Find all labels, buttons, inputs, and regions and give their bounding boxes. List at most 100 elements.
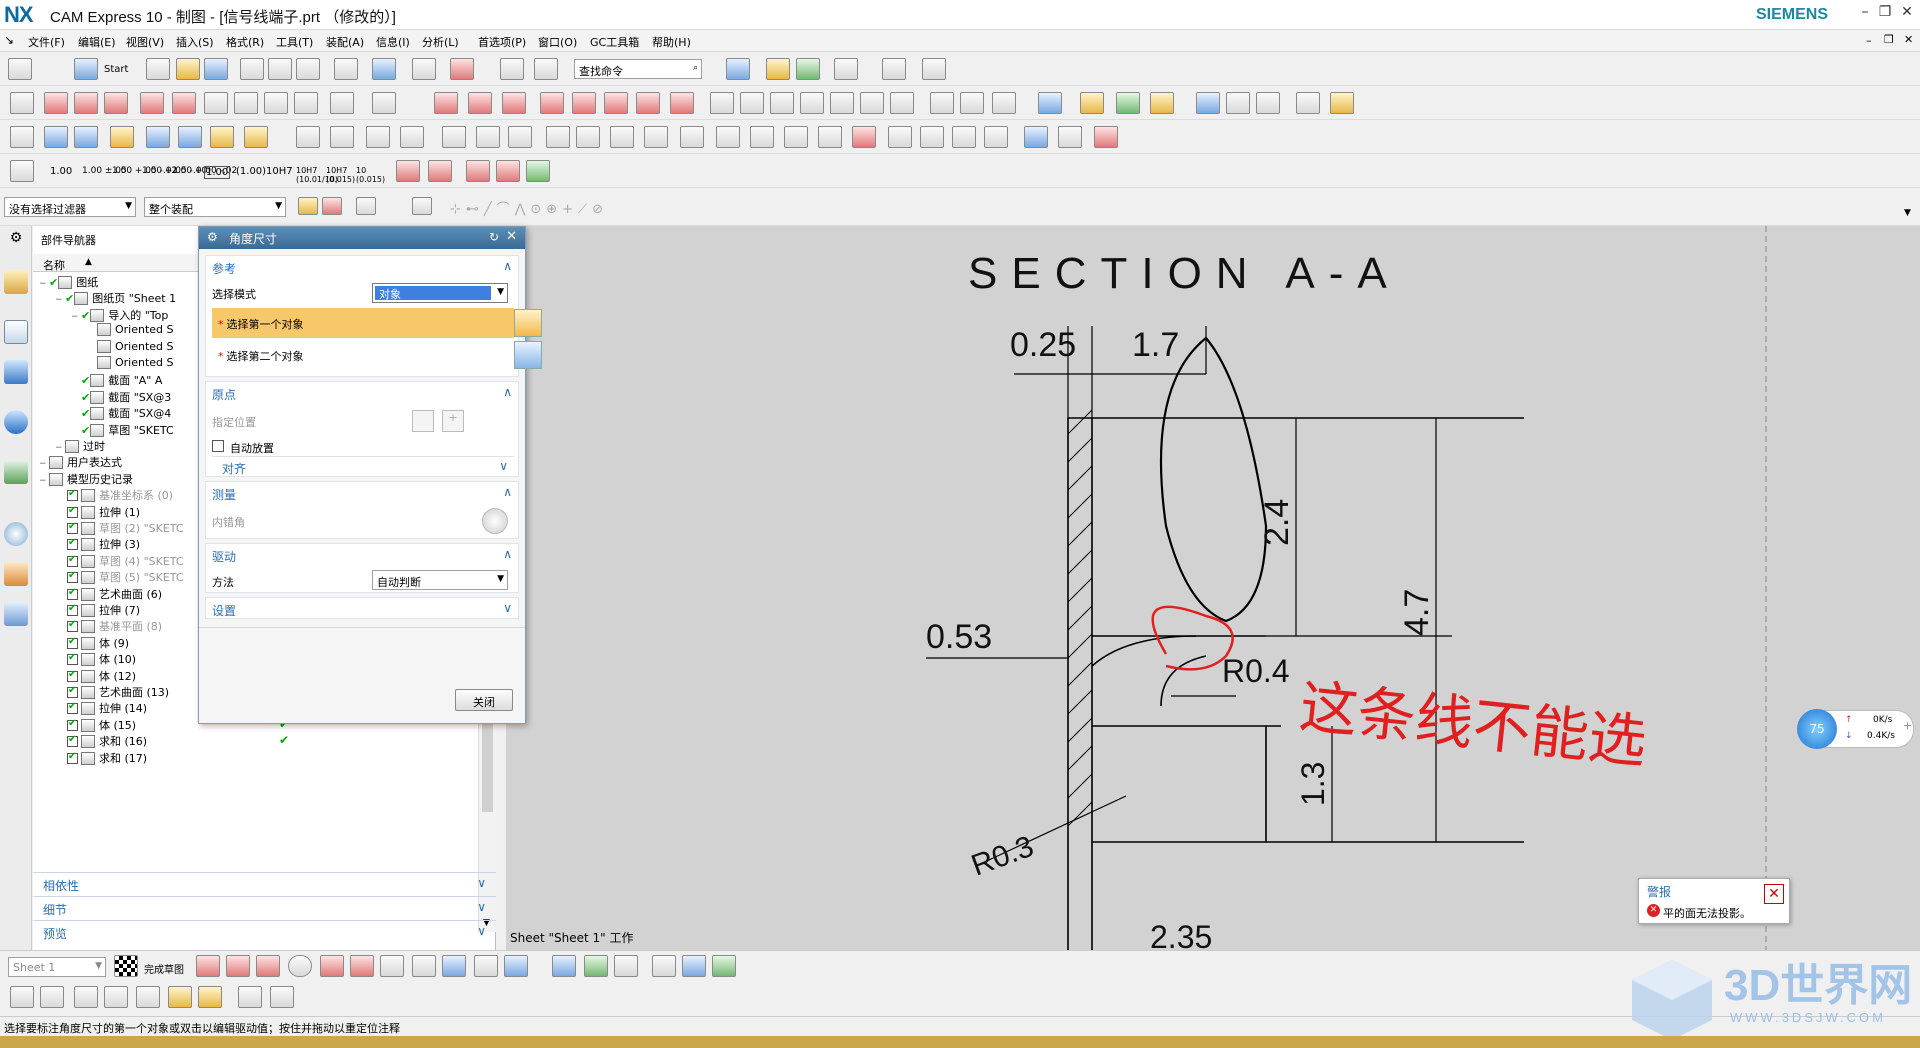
alert-close-icon[interactable]: ✕ [1764, 884, 1784, 904]
close-button[interactable]: 关闭 [455, 689, 513, 711]
sheet-icon[interactable] [10, 126, 34, 148]
note-icon[interactable] [920, 126, 944, 148]
tree-node[interactable]: ✔ 截面 "SX@4 [71, 405, 171, 423]
section-icon[interactable] [136, 986, 160, 1008]
image-icon[interactable] [1038, 92, 1062, 114]
feature-checkbox[interactable] [67, 734, 78, 748]
system-materials-icon[interactable] [4, 602, 28, 626]
role-icon[interactable] [8, 58, 32, 80]
radius-text-icon[interactable] [428, 160, 452, 182]
feature-checkbox[interactable] [67, 685, 78, 698]
leader-icon[interactable] [146, 126, 170, 148]
tree-node[interactable]: Oriented S [87, 356, 174, 374]
visible-check-icon[interactable]: ✔ [65, 292, 74, 305]
snap-point-icon[interactable] [356, 197, 376, 215]
refresh-icon[interactable] [796, 58, 820, 80]
menu-preferences[interactable]: 首选项(P) [478, 34, 526, 50]
visible-check-icon[interactable]: ✔ [81, 407, 90, 420]
feature-checkbox[interactable] [67, 587, 78, 600]
radial-dimension-icon[interactable] [502, 92, 526, 114]
drafting-view-icon[interactable] [44, 126, 68, 148]
delete-icon[interactable] [334, 58, 358, 80]
menu-help[interactable]: 帮助(H) [652, 34, 691, 50]
linear-dimension-icon[interactable] [468, 92, 492, 114]
auto-place-checkbox[interactable] [212, 440, 224, 452]
select-first-object-row[interactable]: * 选择第一个对象 [212, 308, 542, 338]
revision-icon[interactable] [400, 126, 424, 148]
detail-view-icon[interactable] [104, 92, 128, 114]
feature-checkbox[interactable] [67, 718, 78, 731]
history-row[interactable]: 求和 (17) [67, 750, 147, 768]
thickness-dimension-icon[interactable] [604, 92, 628, 114]
area-fill-icon[interactable] [442, 126, 466, 148]
feature-checkbox[interactable] [67, 619, 78, 633]
dialog-header[interactable]: ⚙ 角度尺寸 ↻ ✕ [199, 227, 525, 249]
spline-icon[interactable] [442, 955, 466, 977]
tree-node[interactable]: ✔ 截面 "A" A [71, 372, 162, 390]
quick-trim-icon[interactable] [552, 955, 576, 977]
history-row[interactable]: 艺术曲面 (13) [67, 684, 169, 702]
part-navigator-icon[interactable] [4, 320, 28, 344]
menu-minimize-icon[interactable]: – [1866, 34, 1872, 47]
section-settings[interactable]: 设置 ∨ [205, 597, 519, 619]
dimension-constraint-icon[interactable] [712, 955, 736, 977]
grid-icon[interactable] [882, 58, 906, 80]
command-finder-icon[interactable] [534, 58, 558, 80]
select-second-object-row[interactable]: * 选择第二个对象 [212, 340, 542, 370]
sheet-list-icon[interactable] [74, 126, 98, 148]
break-view-icon[interactable] [172, 92, 196, 114]
reset-icon[interactable]: ↻ [489, 230, 499, 244]
tol-nominal[interactable]: 1.00 [50, 166, 72, 177]
feature-checkbox[interactable] [67, 751, 78, 764]
measure-icon[interactable] [922, 58, 946, 80]
grid-table-icon[interactable] [750, 126, 774, 148]
command-search-input[interactable]: 查找命令 ⌕ [574, 59, 702, 79]
angular-dimension-icon[interactable] [540, 92, 564, 114]
tol-fit[interactable]: 10H7 [266, 166, 293, 177]
history-row[interactable]: 草图 (2) "SKETC [67, 520, 184, 538]
profile-icon[interactable] [196, 955, 220, 977]
copy-icon[interactable] [268, 58, 292, 80]
components-icon[interactable] [198, 986, 222, 1008]
panel-dependencies[interactable]: 相依性 ∨ [33, 872, 496, 894]
font-icon[interactable] [1196, 92, 1220, 114]
tree-node[interactable]: − 模型历史记录 [39, 471, 133, 489]
roles-icon[interactable] [4, 562, 28, 586]
base-view-icon[interactable] [44, 92, 68, 114]
update-view-icon[interactable] [264, 92, 288, 114]
symbol-abc-icon[interactable] [610, 126, 634, 148]
circle-icon[interactable] [288, 955, 312, 977]
history-row[interactable]: 基准坐标系 (0) [67, 487, 173, 505]
properties-icon[interactable] [1024, 126, 1048, 148]
copy-display-icon[interactable] [500, 58, 524, 80]
web-browser-icon[interactable] [4, 460, 28, 484]
point-icon[interactable] [474, 955, 498, 977]
wavy-icon[interactable] [1094, 126, 1118, 148]
minimize-icon[interactable]: – [1854, 4, 1876, 24]
surface-finish-icon[interactable] [830, 92, 854, 114]
feature-checkbox[interactable] [67, 537, 78, 551]
ordinate-dimension-icon[interactable] [670, 92, 694, 114]
visible-check-icon[interactable]: ✔ [81, 309, 90, 322]
mirror-curve-icon[interactable] [652, 955, 676, 977]
cross-icon[interactable] [960, 92, 984, 114]
history-row[interactable]: 拉伸 (1) [67, 504, 140, 522]
hammer-icon[interactable] [178, 126, 202, 148]
expand-icon[interactable]: − [55, 443, 65, 453]
feature-checkbox[interactable] [67, 505, 78, 518]
dialog-close-icon[interactable]: ✕ [506, 229, 517, 244]
weld-symbol-icon[interactable] [860, 92, 884, 114]
feature-checkbox[interactable] [67, 488, 78, 502]
pattern-icon[interactable] [110, 126, 134, 148]
inner-angle-icon[interactable] [482, 508, 508, 534]
save-icon[interactable] [204, 58, 228, 80]
history-row[interactable]: 草图 (4) "SKETC [67, 553, 184, 571]
paste-icon[interactable] [296, 58, 320, 80]
geometric-constraint-icon[interactable] [682, 955, 706, 977]
menu-edit[interactable]: 编辑(E) [78, 34, 116, 50]
feature-checkbox[interactable] [67, 669, 78, 682]
select-first-object-icon[interactable] [514, 309, 542, 337]
view-dependent-icon[interactable] [330, 92, 354, 114]
zone-icon[interactable] [330, 126, 354, 148]
arc-length-dimension-icon[interactable] [636, 92, 660, 114]
